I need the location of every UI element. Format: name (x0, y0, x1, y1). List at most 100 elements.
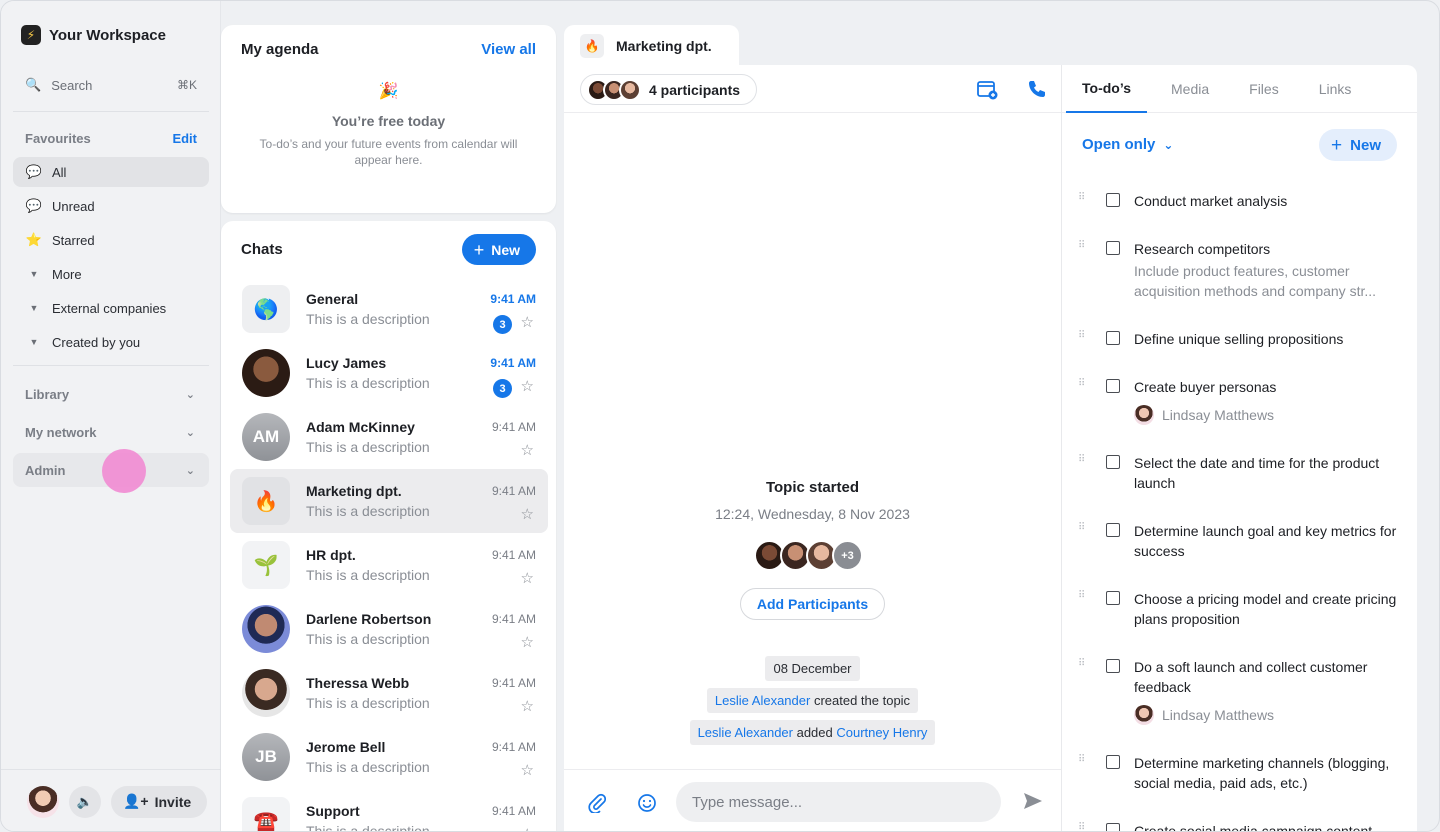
avatar: AM (242, 413, 290, 461)
workspace-header[interactable]: ⚡ Your Workspace (21, 25, 166, 45)
star-icon[interactable]: ☆ (521, 825, 534, 831)
new-chat-button[interactable]: + New (461, 234, 536, 265)
search-shortcut: ⌘K (176, 78, 197, 92)
chat-item-darlene-robertson[interactable]: Darlene Robertson This is a description … (230, 597, 548, 661)
drag-handle-icon[interactable]: ⠿ (1078, 455, 1086, 465)
tab-marketing[interactable]: 🔥 Marketing dpt. (564, 25, 739, 67)
participants-button[interactable]: 4 participants (580, 74, 758, 105)
star-icon[interactable]: ☆ (521, 761, 534, 779)
todo-checkbox[interactable] (1106, 523, 1120, 537)
drag-handle-icon[interactable]: ⠿ (1078, 591, 1086, 601)
workspace-title: Your Workspace (49, 26, 166, 44)
todo-checkbox[interactable] (1106, 823, 1120, 831)
star-icon[interactable]: ☆ (521, 633, 534, 651)
drag-handle-icon[interactable]: ⠿ (1078, 193, 1086, 203)
user-link[interactable]: Courtney Henry (836, 725, 927, 740)
new-todo-label: New (1350, 136, 1381, 154)
chat-name: General (306, 291, 359, 307)
invite-button[interactable]: 👤+ Invite (111, 785, 208, 818)
group-label: Library (25, 386, 70, 402)
todo-title: Define unique selling propositions (1134, 331, 1344, 347)
star-icon[interactable]: ☆ (521, 569, 534, 587)
star-icon[interactable]: ☆ (521, 697, 534, 715)
new-chat-label: New (491, 241, 520, 258)
chat-desc: This is a description (306, 567, 430, 583)
drag-handle-icon[interactable]: ⠿ (1078, 379, 1086, 389)
view-all-link[interactable]: View all (481, 41, 536, 58)
group-library[interactable]: Library ⌄ (13, 377, 209, 411)
chat-item-lucy-james[interactable]: Lucy James This is a description 9:41 AM… (230, 341, 548, 405)
filter-dropdown[interactable]: Open only ⌄ (1082, 136, 1173, 153)
telephone-icon: ☎️ (242, 797, 290, 831)
star-icon[interactable]: ☆ (521, 505, 534, 523)
search-button[interactable]: 🔍 Search ⌘K (25, 75, 197, 95)
star-icon[interactable]: ☆ (521, 377, 534, 395)
todo-checkbox[interactable] (1106, 591, 1120, 605)
tab-links[interactable]: Links (1303, 65, 1368, 113)
calendar-add-icon[interactable] (975, 77, 999, 101)
todo-assignee[interactable]: Lindsay Matthews (1134, 405, 1274, 425)
chat-time: 9:41 AM (491, 740, 536, 754)
chat-time: 9:41 AM (490, 292, 536, 306)
drag-handle-icon[interactable]: ⠿ (1078, 659, 1086, 669)
chat-desc: This is a description (306, 439, 430, 455)
drag-handle-icon[interactable]: ⠿ (1078, 241, 1086, 251)
chat-item-support[interactable]: ☎️ Support This is a description 9:41 AM… (230, 789, 548, 832)
message-input[interactable] (676, 782, 1001, 822)
chat-desc: This is a description (306, 823, 430, 832)
chat-item-theressa-webb[interactable]: Theressa Webb This is a description 9:41… (230, 661, 548, 725)
group-my-network[interactable]: My network ⌄ (13, 415, 209, 449)
todo-checkbox[interactable] (1106, 659, 1120, 673)
sidebar-item-created-by-you[interactable]: ▼ Created by you (13, 327, 209, 357)
user-link[interactable]: Leslie Alexander (698, 725, 793, 740)
drag-handle-icon[interactable]: ⠿ (1078, 823, 1086, 832)
cursor-highlight (102, 449, 146, 493)
conversation-header: 4 participants (564, 65, 1061, 113)
sidebar-item-unread[interactable]: 💬 Unread (13, 191, 209, 221)
tab-todos[interactable]: To-do’s (1066, 65, 1147, 113)
todo-checkbox[interactable] (1106, 379, 1120, 393)
chat-item-adam-mckinney[interactable]: AM Adam McKinney This is a description 9… (230, 405, 548, 469)
divider (13, 365, 209, 366)
sidebar-item-starred[interactable]: ⭐ Starred (13, 225, 209, 255)
todo-title: Choose a pricing model and create pricin… (1134, 591, 1397, 627)
star-icon[interactable]: ☆ (521, 313, 534, 331)
todo-title: Create social media campaign content (1134, 823, 1373, 832)
send-icon[interactable] (1023, 792, 1043, 815)
sidebar-item-more[interactable]: ▼ More (13, 259, 209, 289)
sidebar-item-external-companies[interactable]: ▼ External companies (13, 293, 209, 323)
avatar[interactable] (27, 785, 59, 818)
chat-item-jerome-bell[interactable]: JB Jerome Bell This is a description 9:4… (230, 725, 548, 789)
todo-assignee[interactable]: Lindsay Matthews (1134, 705, 1274, 725)
chat-item-marketing[interactable]: 🔥 Marketing dpt. This is a description 9… (230, 469, 548, 533)
tab-files[interactable]: Files (1233, 65, 1295, 113)
tab-media[interactable]: Media (1155, 65, 1225, 113)
todo-checkbox[interactable] (1106, 455, 1120, 469)
paperclip-icon[interactable] (586, 792, 608, 814)
user-link[interactable]: Leslie Alexander (715, 693, 810, 708)
chat-name: Lucy James (306, 355, 387, 371)
add-participants-button[interactable]: Add Participants (740, 588, 885, 620)
drag-handle-icon[interactable]: ⠿ (1078, 331, 1086, 341)
chat-item-hr[interactable]: 🌱 HR dpt. This is a description 9:41 AM … (230, 533, 548, 597)
fire-icon: 🔥 (580, 34, 604, 58)
avatar (242, 605, 290, 653)
todo-checkbox[interactable] (1106, 241, 1120, 255)
speaker-button[interactable]: 🔈 (69, 785, 101, 818)
drag-handle-icon[interactable]: ⠿ (1078, 523, 1086, 533)
caret-down-icon: ▼ (29, 269, 39, 279)
emoji-icon[interactable] (636, 792, 658, 814)
header-actions (975, 77, 1049, 101)
new-todo-button[interactable]: + New (1319, 129, 1397, 161)
star-icon[interactable]: ☆ (521, 441, 534, 459)
chat-name: Jerome Bell (306, 739, 386, 755)
favourites-edit-button[interactable]: Edit (172, 131, 197, 146)
phone-icon[interactable] (1025, 77, 1049, 101)
sidebar-item-all[interactable]: 💬 All (13, 157, 209, 187)
todo-checkbox[interactable] (1106, 193, 1120, 207)
todo-checkbox[interactable] (1106, 331, 1120, 345)
chat-item-general[interactable]: 🌎 General This is a description 9:41 AM … (230, 277, 548, 341)
todo-checkbox[interactable] (1106, 755, 1120, 769)
chat-name: HR dpt. (306, 547, 356, 563)
drag-handle-icon[interactable]: ⠿ (1078, 755, 1086, 765)
